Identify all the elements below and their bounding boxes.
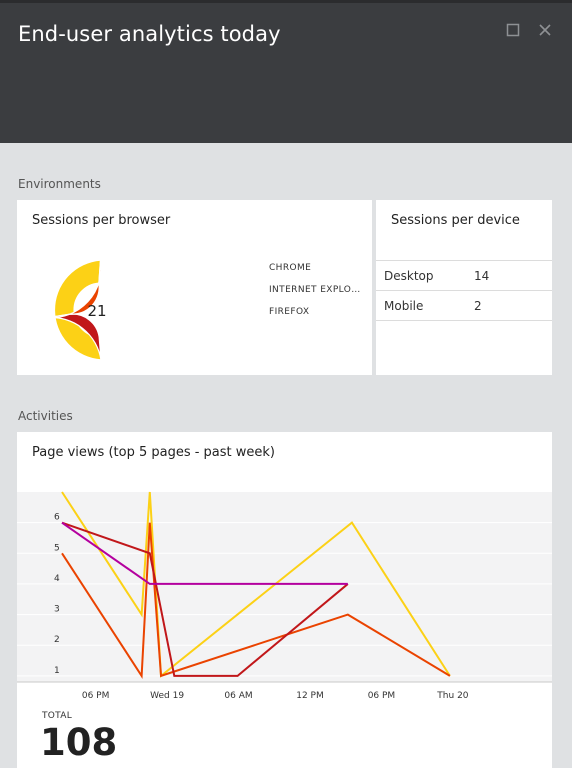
- device-name: Desktop: [384, 269, 434, 283]
- card-title: Sessions per device: [391, 213, 520, 228]
- legend-item-chrome: CHROME: [269, 263, 312, 273]
- y-tick-label: 5: [54, 543, 60, 553]
- browser-legend: CHROME INTERNET EXPLO… FIREFOX: [269, 263, 369, 323]
- device-row-desktop: Desktop 14: [376, 260, 552, 290]
- donut-center-value: 21: [87, 302, 106, 320]
- x-tick-label: Thu 20: [436, 691, 468, 701]
- total-label: TOTAL: [42, 711, 73, 721]
- device-count: 14: [474, 269, 490, 283]
- device-count: 2: [474, 299, 482, 313]
- x-tick-label: 06 PM: [368, 691, 396, 701]
- browser-donut-chart: 21: [47, 259, 107, 361]
- legend-item-firefox: FIREFOX: [269, 307, 310, 317]
- sessions-per-device-card[interactable]: Sessions per device Desktop 14 Mobile 2: [376, 200, 552, 375]
- y-tick-label: 4: [54, 574, 60, 584]
- y-tick-label: 1: [54, 666, 60, 676]
- activities-section-label: Activities: [18, 409, 73, 423]
- x-tick-label: 06 AM: [224, 691, 252, 701]
- blade-title: End-user analytics today: [18, 22, 281, 46]
- page-views-line-chart: 1 2 3 4 5 6 06 PM Wed 19 06 AM 12 PM 06 PM Thu 20: [17, 491, 552, 701]
- card-title: Sessions per browser: [32, 213, 171, 228]
- total-value: 108: [40, 721, 118, 764]
- device-row-mobile: Mobile 2: [376, 290, 552, 321]
- sessions-per-browser-card[interactable]: Sessions per browser 21 CHROME INTERNET …: [17, 200, 372, 375]
- x-tick-label: 06 PM: [82, 691, 110, 701]
- plot-background: [17, 492, 552, 682]
- maximize-icon[interactable]: [504, 23, 522, 41]
- close-icon[interactable]: [536, 23, 554, 41]
- x-tick-label: Wed 19: [150, 691, 184, 701]
- card-title: Page views (top 5 pages - past week): [32, 445, 276, 460]
- environments-section-label: Environments: [18, 177, 101, 191]
- y-tick-label: 3: [54, 605, 60, 615]
- legend-item-internet-explorer: INTERNET EXPLO…: [269, 285, 361, 295]
- y-tick-label: 2: [54, 635, 60, 645]
- device-name: Mobile: [384, 299, 424, 313]
- blade-header: End-user analytics today: [0, 0, 572, 143]
- x-tick-label: 12 PM: [296, 691, 324, 701]
- y-tick-label: 6: [54, 513, 60, 523]
